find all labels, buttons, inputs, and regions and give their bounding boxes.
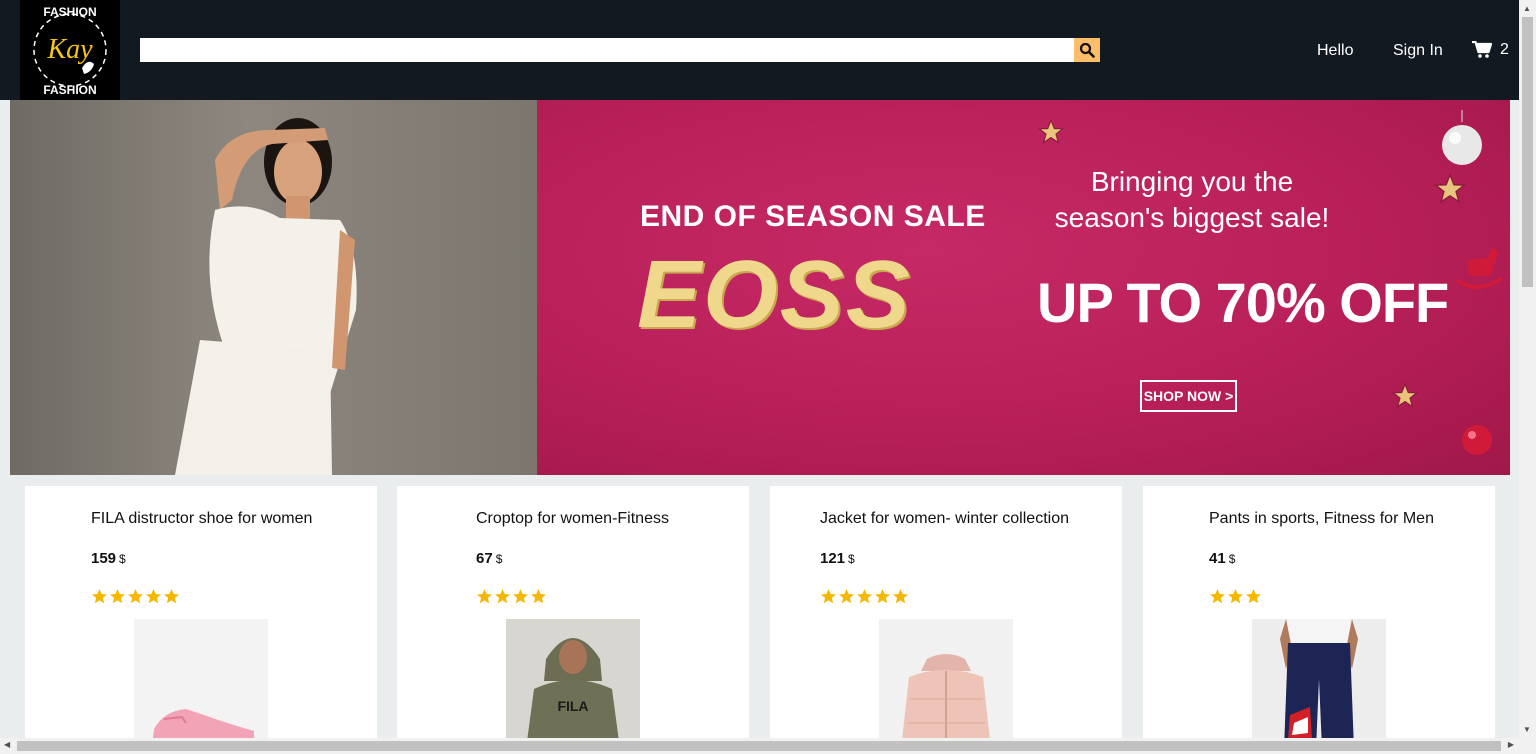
product-rating	[91, 588, 180, 605]
tagline-line-2: season's biggest sale!	[1054, 202, 1330, 233]
sale-brand: EOSS	[637, 241, 912, 348]
scroll-right-icon[interactable]: ▶	[1508, 740, 1514, 749]
star-icon	[531, 589, 546, 604]
product-rating	[476, 588, 547, 605]
star-icon	[1246, 589, 1261, 604]
price-currency: $	[848, 552, 855, 566]
product-image[interactable]	[134, 619, 268, 738]
price-value: 67	[476, 550, 493, 567]
price-value: 41	[1209, 550, 1226, 567]
search-bar	[140, 38, 1100, 62]
hero-banner[interactable]: END OF SEASON SALE EOSS Bringing you the…	[10, 100, 1510, 475]
product-title[interactable]: Croptop for women-Fitness	[476, 510, 669, 528]
star-icon	[821, 589, 836, 604]
product-rating	[1209, 588, 1262, 605]
product-title[interactable]: Pants in sports, Fitness for Men	[1209, 510, 1434, 528]
product-price: 41 $	[1209, 550, 1235, 567]
star-icon	[164, 589, 179, 604]
product-title[interactable]: Jacket for women- winter collection	[820, 510, 1069, 528]
price-currency: $	[495, 552, 503, 566]
scrollbar-thumb[interactable]	[17, 741, 1501, 751]
product-price: 159 $	[91, 550, 126, 567]
product-rating	[820, 588, 909, 605]
product-image[interactable]	[1252, 619, 1386, 738]
promo-panel: END OF SEASON SALE EOSS Bringing you the…	[537, 100, 1510, 475]
star-icon	[128, 589, 143, 604]
star-ornament-icon	[1037, 118, 1065, 144]
product-image[interactable]	[879, 619, 1013, 738]
product-price: 121 $	[820, 550, 855, 567]
star-icon	[477, 589, 492, 604]
cart-count: 2	[1500, 41, 1509, 58]
star-icon	[513, 589, 528, 604]
star-icon	[857, 589, 872, 604]
star-ornament-icon	[1433, 172, 1467, 204]
product-price: 67 $	[476, 550, 502, 567]
croptop-image: FILA	[527, 638, 619, 738]
sale-headline: END OF SEASON SALE	[640, 200, 986, 233]
price-value: 159	[91, 550, 117, 567]
rocking-horse-icon	[1455, 248, 1504, 289]
scrollbar-thumb[interactable]	[1522, 17, 1533, 287]
logo-text: Kay	[46, 34, 93, 65]
search-input[interactable]	[140, 38, 1074, 62]
model-photo	[10, 100, 537, 475]
search-button[interactable]	[1074, 38, 1100, 62]
bauble-ornament-icon	[1442, 110, 1482, 165]
shop-now-button[interactable]: SHOP NOW >	[1140, 380, 1237, 412]
svg-text:FASHION: FASHION	[43, 5, 96, 19]
brand-logo[interactable]: FASHION FASHION Kay	[20, 0, 120, 100]
sign-in-link[interactable]: Sign In	[1393, 42, 1443, 60]
star-icon	[110, 589, 125, 604]
product-grid: FILA distructor shoe for women 159 $ Crop…	[25, 486, 1495, 738]
product-card[interactable]: Pants in sports, Fitness for Men 41 $	[1143, 486, 1495, 738]
star-ornament-icon	[1391, 382, 1419, 408]
price-currency: $	[1228, 552, 1236, 566]
greeting-link[interactable]: Hello	[1317, 42, 1353, 60]
vertical-scrollbar[interactable]: ▲ ▼	[1519, 0, 1536, 738]
star-icon	[1228, 589, 1243, 604]
star-icon	[1210, 589, 1225, 604]
svg-text:FASHION: FASHION	[43, 83, 96, 97]
price-value: 121	[820, 550, 846, 567]
jacket-image	[902, 654, 990, 738]
star-icon	[146, 589, 161, 604]
pants-image	[1280, 619, 1358, 738]
top-navbar: FASHION FASHION Kay Hello Sign In 2	[0, 0, 1519, 100]
shoe-image	[152, 709, 254, 738]
sale-offer: UP TO 70% OFF	[1037, 271, 1449, 334]
bauble-ornament-icon	[1462, 425, 1492, 455]
cart-button[interactable]: 2	[1472, 41, 1509, 59]
logo-graphic: FASHION FASHION Kay	[20, 0, 120, 100]
star-icon	[92, 589, 107, 604]
price-currency: $	[119, 552, 126, 566]
scroll-left-icon[interactable]: ◀	[4, 740, 10, 749]
scroll-down-icon[interactable]: ▼	[1523, 725, 1531, 734]
star-icon	[839, 589, 854, 604]
svg-text:FILA: FILA	[557, 698, 588, 714]
tagline-line-1: Bringing you the	[1090, 166, 1294, 197]
horizontal-scrollbar[interactable]: ◀ ▶	[0, 738, 1536, 754]
star-icon	[893, 589, 908, 604]
scroll-up-icon[interactable]: ▲	[1523, 4, 1531, 13]
sale-tagline: Bringing you the season's biggest sale!	[1037, 164, 1347, 236]
star-icon	[495, 589, 510, 604]
product-card[interactable]: Croptop for women-Fitness 67 $ FILA	[397, 486, 749, 738]
search-icon	[1079, 42, 1095, 58]
product-card[interactable]: Jacket for women- winter collection 121 $	[770, 486, 1122, 738]
model-illustration	[175, 118, 357, 475]
product-image[interactable]: FILA	[506, 619, 640, 738]
product-title[interactable]: FILA distructor shoe for women	[91, 510, 312, 528]
star-icon	[875, 589, 890, 604]
cart-icon	[1472, 41, 1492, 58]
product-card[interactable]: FILA distructor shoe for women 159 $	[25, 486, 377, 738]
